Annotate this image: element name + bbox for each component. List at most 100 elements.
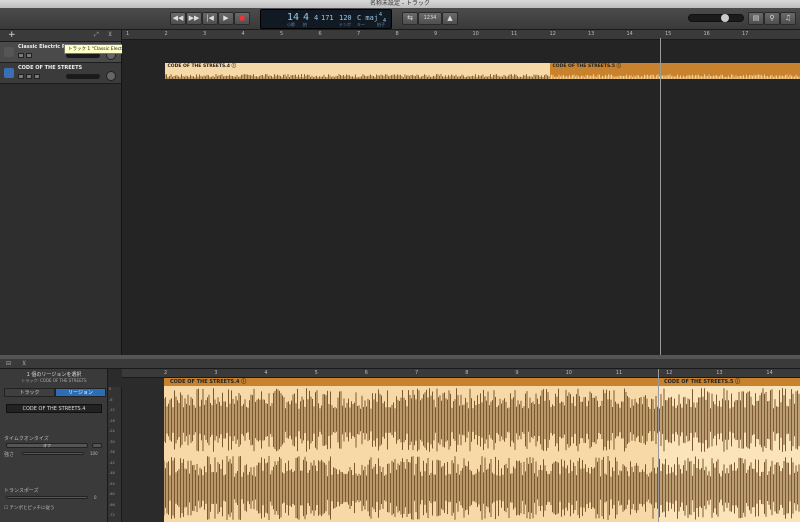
audio-region[interactable]: CODE OF THE STREETS.4 ⓘ (164, 63, 550, 79)
track-filter-icon[interactable]: ⊻ (108, 31, 112, 38)
scale-label: -30 (109, 439, 115, 444)
region-waveform (164, 69, 550, 79)
editor-audio-region[interactable]: CODE OF THE STREETS.4 ⓘ (164, 378, 658, 522)
lcd-bar-label: 小節 (287, 22, 295, 27)
forward-button[interactable]: ▶▶ (186, 12, 202, 25)
solo-button[interactable] (26, 74, 32, 79)
media-browser-icon[interactable]: ♫ (780, 12, 796, 25)
scale-label: -36 (109, 450, 115, 454)
loop-browser-icon[interactable]: ⚲ (764, 12, 780, 25)
editor-ruler-bar-number: 14 (766, 370, 773, 376)
scale-label: -18 (109, 418, 115, 423)
scale-label: -12 (109, 408, 115, 412)
ruler-bar-number: 2 (164, 31, 168, 37)
selection-summary: 1 個のリージョンを選択 (26, 372, 82, 378)
lcd-display[interactable]: 14 4 4 171 120 C maj 4 4 小節 拍 テンポ キー 拍子 (260, 9, 392, 29)
tracks-area[interactable]: 1 2 3 4 5 6 7 8 9 10 11 12 13 14 15 16 17 CODE OF THE ST… (122, 30, 800, 355)
track-volume-slider[interactable] (66, 74, 100, 79)
editor-audio-region[interactable]: CODE OF THE STREETS.5 ⓘ (658, 378, 800, 522)
transpose-label: トランスポーズ (4, 488, 39, 494)
lcd-sig-label: 拍子 (377, 22, 385, 27)
editor-waveform-bottom (164, 456, 658, 522)
track-header-bar: + ⤢ ⊻ (0, 30, 121, 42)
quantize-apply-button[interactable] (92, 443, 102, 448)
editor-ruler-bar-number: 2 (164, 370, 168, 376)
track-name: CODE OF THE STREETS (18, 65, 83, 71)
follow-tempo-label: テンポとピッチに従う (9, 506, 55, 511)
ruler-bar-number: 11 (511, 31, 518, 37)
master-volume-slider[interactable] (688, 14, 744, 22)
lcd-tick: 171 (321, 14, 334, 22)
rewind-button[interactable]: ◀◀ (170, 12, 186, 25)
region-inspector: 1 個のリージョンを選択 トラック: CODE OF THE STREETS ト… (0, 369, 108, 522)
scale-label: -24 (109, 429, 115, 433)
timeline-ruler[interactable]: 1 2 3 4 5 6 7 8 9 10 11 12 13 14 15 16 17 (122, 30, 800, 40)
ruler-bar-number: 16 (703, 31, 710, 37)
track-header-2[interactable]: CODE OF THE STREETS (0, 63, 121, 84)
lcd-key-label: キー (357, 22, 365, 27)
editor-ruler[interactable]: 2 3 4 5 6 7 8 9 10 11 12 13 14 (122, 369, 800, 378)
editor-filter-icon[interactable]: ⊻ (22, 360, 26, 367)
strength-value: 100 (90, 451, 98, 456)
metronome-icon[interactable]: ▲ (442, 12, 458, 25)
play-button[interactable]: ▶ (218, 12, 234, 25)
audio-region[interactable]: CODE OF THE STREETS.5 ⓘ (549, 63, 800, 79)
editor-waveform-top (658, 388, 800, 456)
editor-playhead[interactable] (658, 369, 659, 522)
playhead[interactable] (660, 38, 661, 355)
editor-region-label: CODE OF THE STREETS.4 ⓘ (164, 378, 658, 386)
selection-track: トラック: CODE OF THE STREETS (21, 378, 87, 383)
lcd-sub: 4 (314, 14, 319, 22)
region-name-field[interactable]: CODE OF THE STREETS.4 (6, 404, 102, 413)
control-bar: ◀◀ ▶▶ |◀ ▶ ● 14 4 4 171 120 C maj 4 4 小節… (0, 8, 800, 30)
editor-region-label: CODE OF THE STREETS.5 ⓘ (658, 378, 800, 386)
editor-ruler-bar-number: 12 (666, 370, 673, 376)
scale-label: -60 (109, 492, 115, 496)
volume-knob[interactable] (721, 14, 729, 22)
ruler-bar-number: 5 (280, 31, 284, 37)
ruler-bar-number: 7 (357, 31, 361, 37)
ruler-bar-number: 14 (626, 31, 633, 37)
ruler-bar-number: 10 (472, 31, 479, 37)
smart-controls-icon[interactable]: ⤢ (94, 31, 99, 39)
editor-header: ⊟ ⊻ (0, 359, 800, 369)
cycle-button[interactable]: ⇆ (402, 12, 418, 25)
editor-ruler-bar-number: 5 (314, 370, 318, 376)
transpose-slider[interactable] (6, 496, 88, 499)
scale-label: -48 (109, 471, 115, 475)
editors-icon[interactable]: ▤ (748, 12, 764, 25)
lcd-tempo-label: テンポ (339, 22, 351, 27)
editor-ruler-bar-number: 11 (615, 370, 623, 376)
tab-track[interactable]: トラック (4, 388, 55, 397)
tab-region[interactable]: リージョン (55, 388, 106, 397)
solo-button[interactable] (26, 53, 32, 58)
waveform (658, 388, 800, 452)
waveform (164, 456, 658, 520)
transpose-value: 0 (94, 495, 97, 500)
input-monitor-button[interactable] (34, 74, 40, 79)
time-quantize-label: タイムクオンタイズ (4, 436, 49, 442)
ruler-bar-number: 6 (318, 31, 322, 37)
ruler-bar-number: 9 (434, 31, 438, 37)
go-to-start-button[interactable]: |◀ (202, 12, 218, 25)
piano-icon (4, 47, 14, 57)
mute-button[interactable] (18, 53, 24, 58)
lcd-beat-label: 拍 (303, 22, 307, 27)
scale-label: -6 (109, 397, 113, 402)
editor-waveform-bottom (658, 456, 800, 522)
lcd-tempo: 120 (339, 14, 352, 22)
editor-waveform-area[interactable]: 2 3 4 5 6 7 8 9 10 11 12 13 14 CODE OF THE STREETS.4… (122, 369, 800, 522)
editor-zoom-icon[interactable]: ⊟ (6, 360, 11, 367)
record-button[interactable]: ● (234, 12, 250, 25)
mute-button[interactable] (18, 74, 24, 79)
pan-knob[interactable] (106, 71, 116, 81)
add-track-button[interactable]: + (8, 30, 16, 40)
track-headers: + ⤢ ⊻ Classic Electric Piano CODE OF THE… (0, 30, 122, 355)
follow-tempo-checkbox[interactable]: ☐ テンポとピッチに従う (4, 505, 54, 511)
tuner-button[interactable]: 1234 (418, 12, 442, 25)
amplitude-scale: 0 -6 -12 -18 -24 -30 -36 -42 -48 -54 -60 -66 -72 (108, 387, 122, 522)
strength-label: 強さ (4, 452, 15, 458)
strength-slider[interactable] (22, 452, 84, 455)
scale-label: -72 (109, 513, 115, 517)
time-quantize-select[interactable]: オフ (6, 443, 88, 448)
